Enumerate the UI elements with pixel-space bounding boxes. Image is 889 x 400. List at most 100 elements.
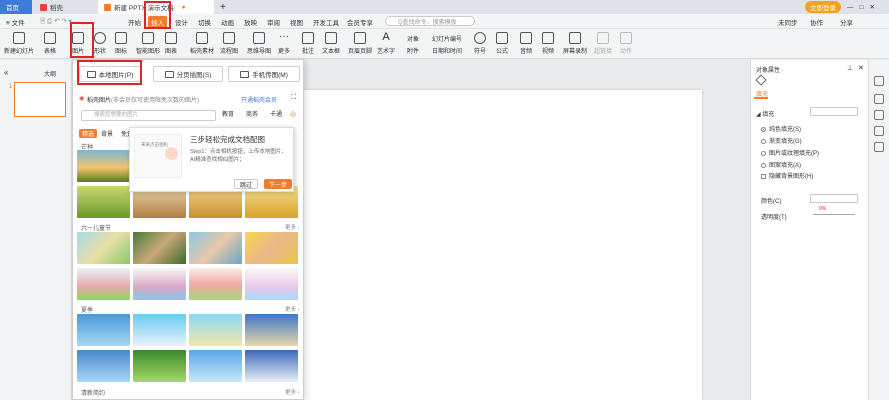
shape-button[interactable]: 形状 [94,32,106,55]
stock-search-input[interactable]: 搜索您想要的图片 [81,110,216,121]
properties-icon[interactable] [874,76,884,86]
next-button[interactable]: 下一步 [264,179,292,189]
color-select[interactable] [810,194,858,203]
stock-image[interactable] [245,314,298,346]
style-icon[interactable] [874,94,884,104]
comment-button[interactable]: 批注 [302,32,314,55]
mindmap-button[interactable]: 思维导图 [247,32,271,55]
option-picture-fill[interactable]: 图片或纹理填充(P) [761,148,819,157]
stock-image[interactable] [189,268,242,300]
phone-picture-button[interactable]: 手机传图(M) [228,66,300,82]
slide-canvas[interactable] [302,90,702,400]
transparency-slider[interactable] [813,214,855,215]
tab-view[interactable]: 视图 [290,17,303,27]
tab-design[interactable]: 设计 [175,17,188,27]
stock-image[interactable] [77,350,130,382]
stock-image[interactable] [77,150,130,182]
skip-button[interactable]: 跳过 [234,179,258,189]
tag-education[interactable]: 教育 [216,110,240,121]
tab-transition[interactable]: 切换 [198,17,211,27]
tab-animation[interactable]: 动画 [221,17,234,27]
video-button[interactable]: 视频 [542,32,554,55]
vip-link[interactable]: 开通稻壳会员 [241,95,277,104]
more-link[interactable]: 更多 › [285,305,299,313]
tag-business[interactable]: 商务 [240,110,264,121]
option-solid-fill[interactable]: 纯色填充(S) [761,124,801,133]
new-tab-button[interactable]: + [214,0,232,14]
stock-image[interactable] [77,232,130,264]
share-button[interactable]: 分享 [840,17,853,27]
expand-icon[interactable]: ⛶ [291,94,296,102]
audio-button[interactable]: 音频 [520,32,532,55]
hide-background-checkbox[interactable]: 隐藏背景图形(H) [761,171,813,180]
stock-image[interactable] [133,268,186,300]
quick-access-toolbar[interactable]: 🗎 ⎙ ↶ ↷ ▾ [40,17,72,28]
stock-image[interactable] [77,186,130,218]
tab-home[interactable]: 首页 [0,0,32,14]
stock-material-button[interactable]: 稻壳素材 [190,32,214,55]
option-pattern-fill[interactable]: 图案填充(A) [761,160,801,169]
screen-record-button[interactable]: 屏幕录制 [563,32,587,55]
panel-close-icon[interactable]: ✕ [858,64,864,72]
close-button[interactable]: ✕ [869,3,874,11]
formula-button[interactable]: 公式 [496,32,508,55]
tab-outline[interactable]: 大纲 [44,69,56,78]
camera-icon[interactable]: ◎ [290,110,296,118]
collapse-panel-button[interactable]: « [4,68,8,77]
option-gradient-fill[interactable]: 渐变填充(G) [761,136,802,145]
action-button[interactable]: 动作 [620,32,632,55]
file-menu[interactable]: ≡ 文件 [6,17,25,27]
category-background[interactable]: 背景 [101,129,113,138]
pin-icon[interactable]: ⊥ [847,64,853,72]
stock-image[interactable] [77,268,130,300]
login-button[interactable]: 立即登录 [805,1,841,13]
tab-start[interactable]: 开始 [128,17,141,27]
stock-image[interactable] [189,232,242,264]
stock-image[interactable] [77,314,130,346]
stock-image[interactable] [189,350,242,382]
flowchart-button[interactable]: 流程图 [220,32,238,55]
tag-cartoon[interactable]: 卡通 [264,110,288,121]
animation-icon[interactable] [874,110,884,120]
stock-image[interactable] [245,232,298,264]
tab-member[interactable]: 会员专享 [347,17,373,27]
wordart-button[interactable]: A 艺术字 [377,32,395,56]
fill-type-select[interactable] [810,107,858,116]
header-footer-button[interactable]: 页眉页脚 [348,32,372,55]
fill-section-header[interactable]: ◢ 填充 [756,109,774,118]
attachment-button[interactable]: 附件 [407,46,419,55]
more-link[interactable]: 更多 › [285,223,299,231]
object-button[interactable]: 对象 [407,34,419,43]
hyperlink-button[interactable]: 超链接 [594,32,612,55]
more-link[interactable]: 更多 › [285,388,299,396]
stock-image[interactable] [245,268,298,300]
tab-review[interactable]: 审阅 [267,17,280,27]
symbol-button[interactable]: 符号 [474,32,486,55]
chart-button[interactable]: 图表 [165,32,177,55]
textbox-button[interactable]: 文本框 [322,32,340,55]
icon-button[interactable]: 图标 [115,32,127,55]
slide-number-button[interactable]: 幻灯片编号 [432,34,462,43]
datetime-button[interactable]: 日期和时间 [432,46,462,55]
stock-image[interactable] [133,350,186,382]
settings-icon[interactable] [874,142,884,152]
tab-docer[interactable]: 稻壳 [34,0,92,14]
smartart-button[interactable]: 智能图形 [136,32,160,55]
new-slide-button[interactable]: 新建幻灯片 [4,32,34,55]
collab-button[interactable]: 协作 [810,17,823,27]
maximize-button[interactable]: □ [860,4,864,11]
command-search-input[interactable]: Q查找命令、搜索模板 [385,16,475,26]
sync-status[interactable]: 未同步 [778,17,798,27]
category-featured[interactable]: 精选 [79,129,98,138]
tab-slideshow[interactable]: 放映 [244,17,257,27]
slide-thumbnail[interactable] [14,82,66,117]
design-icon[interactable] [874,126,884,136]
stock-image[interactable] [133,314,186,346]
stock-image[interactable] [133,232,186,264]
stock-image[interactable] [245,350,298,382]
split-picture-button[interactable]: 分页插图(S) [153,66,223,82]
more-button[interactable]: ··· 更多 [278,32,290,56]
stock-image[interactable] [189,314,242,346]
table-button[interactable]: 表格 [44,32,56,55]
minimize-button[interactable]: — [847,4,854,11]
